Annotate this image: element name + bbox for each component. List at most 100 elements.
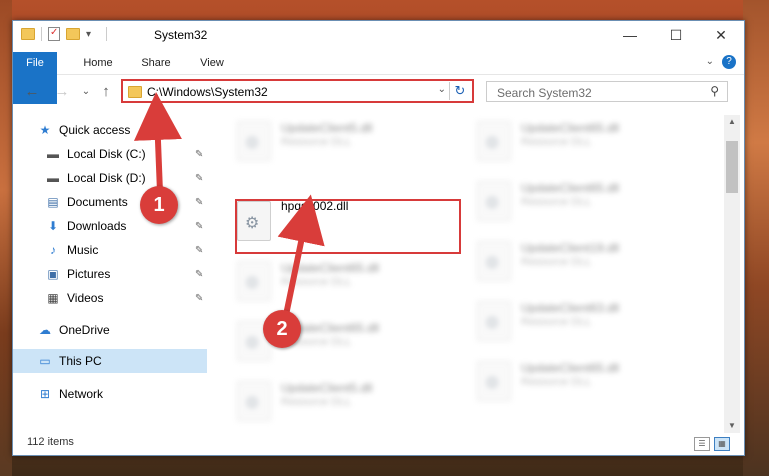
- address-dropdown-icon[interactable]: ⌄: [438, 84, 446, 95]
- close-button[interactable]: ✕: [698, 21, 744, 49]
- star-icon: ★: [39, 123, 51, 137]
- dll-file-icon: [237, 261, 271, 301]
- list-item[interactable]: UpdateClient65.dll Resource DLL: [233, 257, 463, 309]
- customize-toolbar-icon[interactable]: ▾: [86, 28, 100, 41]
- navigation-pane: ★ Quick access ▬ Local Disk (C:) ✎ ▬ Loc…: [13, 115, 211, 415]
- file-type: Resource DLL: [521, 316, 592, 328]
- sidebar-item-label: Quick access: [59, 123, 131, 137]
- folder-icon: [21, 28, 35, 40]
- address-path[interactable]: C:\Windows\System32: [147, 85, 268, 99]
- forward-button[interactable]: →: [53, 83, 71, 100]
- pin-icon: ✎: [195, 292, 204, 304]
- list-item[interactable]: UpdateClient65.dll Resource DLL: [473, 117, 703, 169]
- dll-file-icon: [477, 241, 511, 281]
- list-item[interactable]: UpdateClient19.dll Resource DLL: [473, 237, 703, 289]
- sidebar-item-quick-access[interactable]: ★ Quick access: [13, 118, 207, 142]
- sidebar-item-local-disk-c[interactable]: ▬ Local Disk (C:) ✎: [13, 142, 207, 166]
- sidebar-item-label: Videos: [67, 291, 104, 305]
- maximize-button[interactable]: ☐: [653, 21, 699, 49]
- tab-view[interactable]: View: [189, 52, 235, 74]
- sidebar-item-network[interactable]: ⊞ Network: [13, 382, 207, 406]
- help-icon[interactable]: ?: [722, 55, 736, 69]
- new-folder-icon[interactable]: [66, 28, 80, 40]
- navigation-bar: ← → ⌄ ↑ C:\Windows\System32 ⌄ ↻ ⚲: [13, 77, 744, 109]
- list-item[interactable]: UpdateClient65.dll Resource DLL: [473, 357, 703, 409]
- computer-icon: ▭: [39, 354, 51, 368]
- list-item[interactable]: UpdateClient65.dll Resource DLL: [473, 177, 703, 229]
- expand-ribbon-icon[interactable]: ⌄: [706, 56, 714, 67]
- file-type: Resource DLL: [521, 136, 592, 148]
- list-item[interactable]: UpdateClient5.dll Resource DLL: [233, 377, 463, 429]
- view-switcher: ☰ ▦: [694, 437, 730, 451]
- folder-icon: [128, 86, 142, 98]
- step-1-badge: 1: [140, 186, 178, 224]
- pin-icon: ✎: [195, 196, 204, 208]
- sidebar-item-label: OneDrive: [59, 323, 110, 337]
- scroll-up-icon[interactable]: ▲: [724, 115, 740, 129]
- dll-file-icon: [237, 121, 271, 161]
- vertical-scrollbar[interactable]: ▲ ▼: [724, 115, 740, 433]
- scrollbar-thumb[interactable]: [726, 141, 738, 193]
- sidebar-item-label: Music: [67, 243, 99, 257]
- list-item[interactable]: UpdateClient5.dll Resource DLL: [233, 117, 463, 169]
- videos-icon: ▦: [47, 291, 59, 305]
- separator: [106, 27, 107, 41]
- details-view-icon[interactable]: ☰: [694, 437, 710, 451]
- properties-icon[interactable]: [48, 27, 60, 41]
- sidebar-item-local-disk-d[interactable]: ▬ Local Disk (D:) ✎: [13, 166, 207, 190]
- file-list: UpdateClient5.dll Resource DLL hpqss002.…: [223, 115, 723, 433]
- quick-access-toolbar: ▾: [21, 27, 107, 41]
- sidebar-item-label: Pictures: [67, 267, 111, 281]
- back-button[interactable]: ←: [23, 83, 41, 100]
- target-file-highlight: [235, 199, 461, 254]
- documents-icon: ▤: [47, 195, 59, 209]
- dll-file-icon: [477, 121, 511, 161]
- file-type: Resource DLL: [521, 196, 592, 208]
- file-name: UpdateClient65.dll: [521, 361, 620, 375]
- dll-file-icon: [477, 301, 511, 341]
- file-name: UpdateClient19.dll: [521, 241, 620, 255]
- download-icon: ⬇: [47, 219, 59, 233]
- file-type: Resource DLL: [281, 276, 352, 288]
- dll-file-icon: [237, 381, 271, 421]
- cloud-icon: ☁: [39, 323, 51, 337]
- search-icon[interactable]: ⚲: [710, 84, 719, 98]
- desktop-background-right: [743, 0, 769, 476]
- pictures-icon: ▣: [47, 267, 59, 281]
- file-type: Resource DLL: [281, 396, 352, 408]
- tab-home[interactable]: Home: [75, 52, 121, 74]
- scroll-down-icon[interactable]: ▼: [724, 419, 740, 433]
- minimize-button[interactable]: —: [607, 21, 653, 49]
- pin-icon: ✎: [195, 172, 204, 184]
- sidebar-item-pictures[interactable]: ▣ Pictures ✎: [13, 262, 207, 286]
- file-name: UpdateClient5.dll: [281, 121, 373, 135]
- list-item[interactable]: UpdateClient63.dll Resource DLL: [473, 297, 703, 349]
- search-input[interactable]: [495, 83, 699, 102]
- tiles-view-icon[interactable]: ▦: [714, 437, 730, 451]
- up-button[interactable]: ↑: [97, 83, 115, 100]
- search-box[interactable]: ⚲: [486, 81, 728, 102]
- status-bar: 112 items ☰ ▦: [13, 433, 744, 455]
- pin-icon: ✎: [195, 268, 204, 280]
- pin-icon: ✎: [195, 220, 204, 232]
- sidebar-item-onedrive[interactable]: ☁ OneDrive: [13, 318, 207, 342]
- file-name: UpdateClient65.dll: [521, 181, 620, 195]
- file-type: Resource DLL: [521, 376, 592, 388]
- ribbon-tabs: File Home Share View ⌄ ?: [13, 52, 744, 104]
- sidebar-item-this-pc[interactable]: ▭ This PC: [13, 349, 207, 373]
- tab-share[interactable]: Share: [133, 52, 179, 74]
- refresh-button[interactable]: ↻: [449, 82, 470, 100]
- sidebar-item-videos[interactable]: ▦ Videos ✎: [13, 286, 207, 310]
- dll-file-icon: [477, 181, 511, 221]
- sidebar-item-downloads[interactable]: ⬇ Downloads ✎: [13, 214, 207, 238]
- address-bar[interactable]: C:\Windows\System32 ⌄ ↻: [121, 79, 474, 103]
- window-title: System32: [154, 28, 208, 42]
- sidebar-item-label: Documents: [67, 195, 128, 209]
- sidebar-item-music[interactable]: ♪ Music ✎: [13, 238, 207, 262]
- recent-locations-button[interactable]: ⌄: [77, 86, 95, 97]
- music-icon: ♪: [50, 243, 56, 257]
- explorer-window: ▾ System32 — ☐ ✕ File Home Share View ⌄ …: [12, 20, 745, 456]
- desktop-background-left: [0, 0, 12, 476]
- file-name: UpdateClient65.dll: [281, 261, 380, 275]
- file-name: UpdateClient65.dll: [521, 121, 620, 135]
